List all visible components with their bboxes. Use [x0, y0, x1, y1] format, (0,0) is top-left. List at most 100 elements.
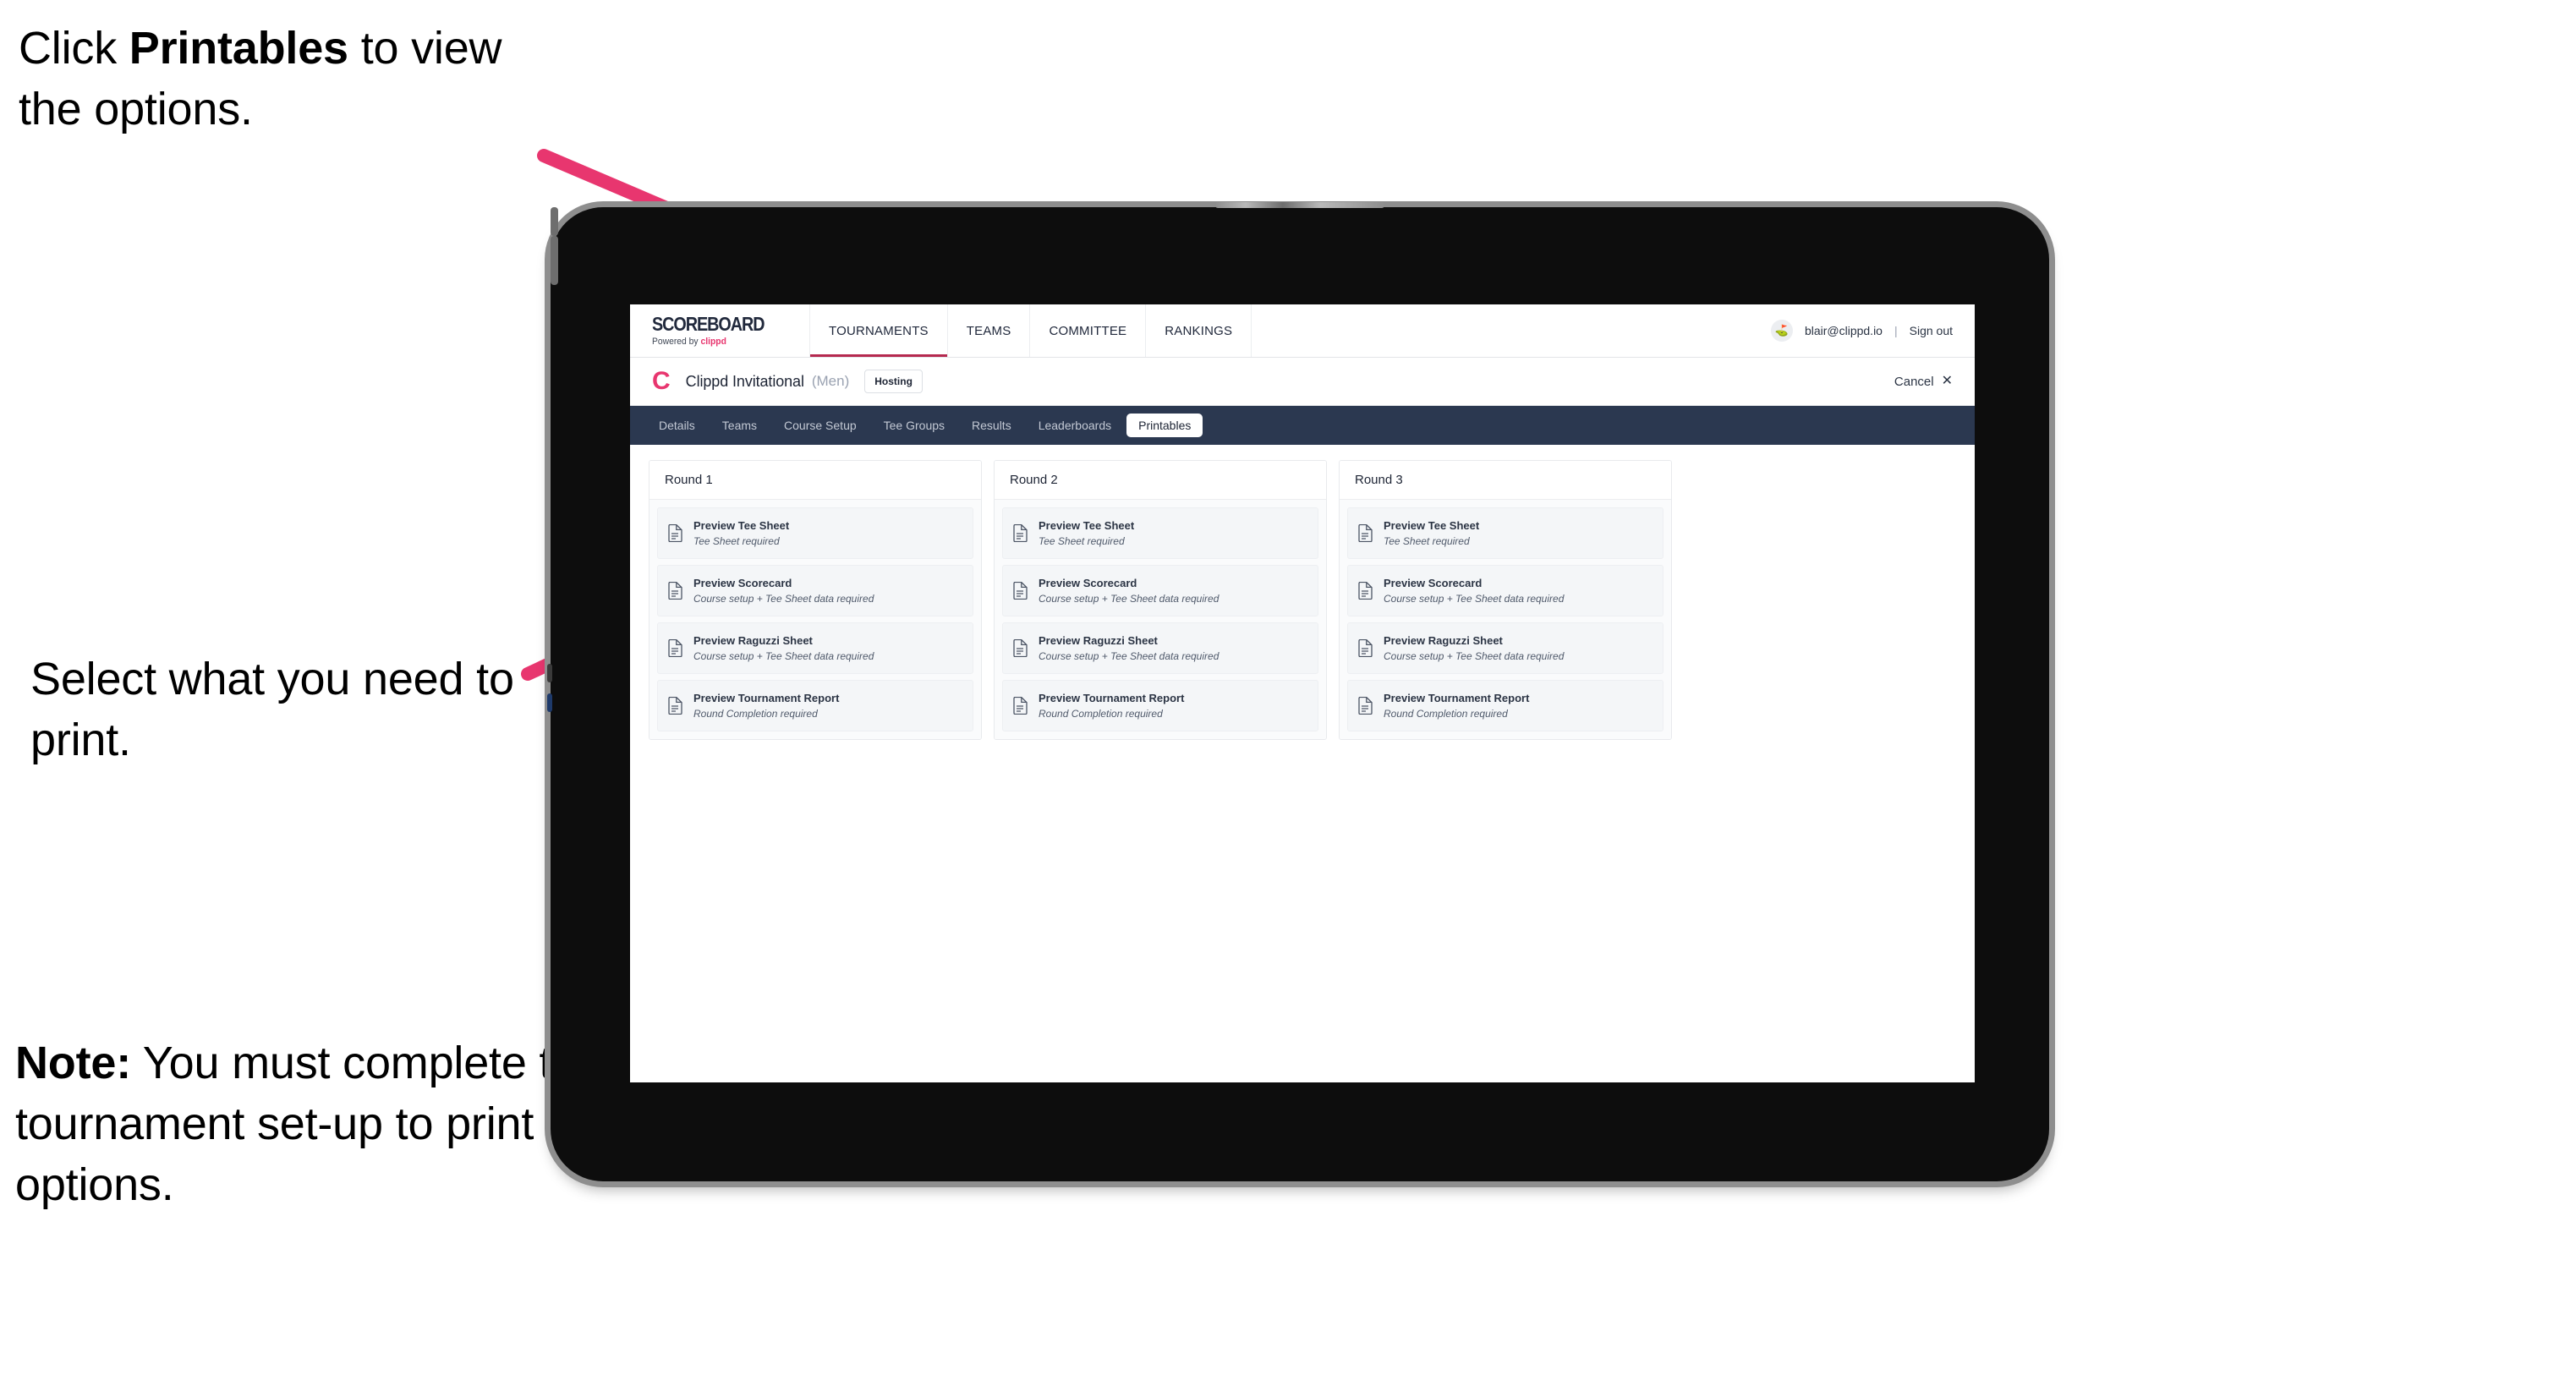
- list-item[interactable]: Preview Raguzzi Sheet Course setup + Tee…: [657, 622, 973, 674]
- printables-panel: Round 1 Preview Tee Sheet Tee Sheet requ…: [630, 445, 1975, 755]
- tournament-header-bar: C Clippd Invitational (Men) Hosting Canc…: [630, 358, 1975, 406]
- round-column: Round 2 Preview Tee Sheet Tee Sheet requ…: [994, 460, 1327, 740]
- document-icon: [668, 638, 682, 657]
- callout-1-bold: Printables: [129, 23, 348, 74]
- list-item-subtitle: Course setup + Tee Sheet data required: [1384, 592, 1565, 605]
- nav-link-teams[interactable]: TEAMS: [948, 304, 1031, 357]
- nav-link-tournaments[interactable]: TOURNAMENTS: [810, 304, 948, 357]
- list-item[interactable]: Preview Scorecard Course setup + Tee She…: [657, 564, 973, 616]
- callout-1-prefix: Click: [19, 23, 129, 74]
- list-item-subtitle: Course setup + Tee Sheet data required: [1039, 649, 1219, 662]
- list-item-subtitle: Tee Sheet required: [1384, 534, 1470, 547]
- list-item-text: Preview Tee Sheet Tee Sheet required: [1384, 519, 1479, 547]
- list-item-title: Preview Tournament Report: [1384, 691, 1530, 704]
- list-item-title: Preview Tee Sheet: [1039, 519, 1135, 532]
- list-item-subtitle: Course setup + Tee Sheet data required: [1384, 649, 1565, 662]
- list-item-title: Preview Tee Sheet: [693, 519, 790, 532]
- list-item-title: Preview Tee Sheet: [1384, 519, 1480, 532]
- list-item[interactable]: Preview Raguzzi Sheet Course setup + Tee…: [1347, 622, 1663, 674]
- list-item-title: Preview Scorecard: [1039, 576, 1137, 589]
- list-item-subtitle: Course setup + Tee Sheet data required: [693, 649, 874, 662]
- list-item[interactable]: Preview Raguzzi Sheet Course setup + Tee…: [1002, 622, 1318, 674]
- clippd-logo-icon: C: [652, 367, 671, 395]
- cancel-button[interactable]: Cancel ✕: [1894, 375, 1953, 389]
- tablet-device-frame: SCOREBOARD Powered by clippd TOURNAMENTS…: [547, 202, 2049, 1181]
- tab-teams[interactable]: Teams: [710, 414, 769, 437]
- document-icon: [1013, 523, 1028, 542]
- list-item-text: Preview Raguzzi Sheet Course setup + Tee…: [693, 634, 874, 662]
- list-item[interactable]: Preview Scorecard Course setup + Tee She…: [1347, 564, 1663, 616]
- nav-link-committee[interactable]: COMMITTEE: [1030, 304, 1147, 357]
- list-item-text: Preview Scorecard Course setup + Tee She…: [1384, 577, 1564, 605]
- status-badge: Hosting: [864, 370, 923, 393]
- list-item-text: Preview Tee Sheet Tee Sheet required: [693, 519, 789, 547]
- sign-out-link[interactable]: Sign out: [1910, 324, 1953, 337]
- powered-by-prefix: Powered by: [652, 337, 701, 347]
- round-items-list: Preview Tee Sheet Tee Sheet required Pre…: [649, 500, 981, 739]
- list-item[interactable]: Preview Scorecard Course setup + Tee She…: [1002, 564, 1318, 616]
- document-icon: [1358, 581, 1373, 600]
- avatar[interactable]: ⛳: [1770, 320, 1793, 342]
- nav-link-rankings[interactable]: RANKINGS: [1146, 304, 1252, 357]
- list-item-text: Preview Tournament Report Round Completi…: [1384, 692, 1529, 720]
- list-item-text: Preview Tee Sheet Tee Sheet required: [1039, 519, 1134, 547]
- list-item-subtitle: Tee Sheet required: [693, 534, 780, 547]
- brand-name: SCOREBOARD: [652, 313, 765, 335]
- round-items-list: Preview Tee Sheet Tee Sheet required Pre…: [1340, 500, 1671, 739]
- tablet-volume-down-button[interactable]: [551, 236, 558, 285]
- list-item[interactable]: Preview Tee Sheet Tee Sheet required: [1002, 507, 1318, 559]
- clippd-wordmark: clippd: [700, 337, 726, 347]
- account-separator: |: [1894, 324, 1898, 337]
- round-title: Round 1: [649, 461, 981, 500]
- list-item-text: Preview Raguzzi Sheet Course setup + Tee…: [1039, 634, 1219, 662]
- list-item-title: Preview Raguzzi Sheet: [1039, 633, 1158, 647]
- list-item[interactable]: Preview Tournament Report Round Completi…: [1347, 679, 1663, 731]
- list-item-title: Preview Raguzzi Sheet: [1384, 633, 1503, 647]
- top-navigation-bar: SCOREBOARD Powered by clippd TOURNAMENTS…: [630, 304, 1975, 358]
- document-icon: [1358, 638, 1373, 657]
- list-item[interactable]: Preview Tournament Report Round Completi…: [1002, 679, 1318, 731]
- document-icon: [668, 696, 682, 715]
- scoreboard-logo[interactable]: SCOREBOARD Powered by clippd: [630, 304, 810, 357]
- round-column: Round 3 Preview Tee Sheet Tee Sheet requ…: [1339, 460, 1672, 740]
- list-item[interactable]: Preview Tee Sheet Tee Sheet required: [657, 507, 973, 559]
- callout-click-printables: Click Printables to view the options.: [19, 19, 577, 140]
- document-icon: [1013, 696, 1028, 715]
- brand-powered-by: Powered by clippd: [652, 337, 779, 347]
- round-title: Round 2: [995, 461, 1326, 500]
- primary-nav-links: TOURNAMENTS TEAMS COMMITTEE RANKINGS: [810, 304, 1252, 357]
- list-item-text: Preview Tournament Report Round Completi…: [693, 692, 839, 720]
- close-icon: ✕: [1941, 374, 1953, 388]
- list-item-title: Preview Scorecard: [1384, 576, 1483, 589]
- round-column: Round 1 Preview Tee Sheet Tee Sheet requ…: [649, 460, 982, 740]
- callout-select-what-to-print: Select what you need to print.: [30, 654, 514, 765]
- round-items-list: Preview Tee Sheet Tee Sheet required Pre…: [995, 500, 1326, 739]
- tablet-volume-up-button[interactable]: [551, 207, 558, 236]
- tab-leaderboards[interactable]: Leaderboards: [1027, 414, 1123, 437]
- tab-course-setup[interactable]: Course Setup: [772, 414, 869, 437]
- document-icon: [1013, 581, 1028, 600]
- tab-results[interactable]: Results: [960, 414, 1023, 437]
- document-icon: [1358, 523, 1373, 542]
- tablet-camera-strip: [1215, 202, 1384, 208]
- cancel-label: Cancel: [1894, 374, 1934, 389]
- list-item[interactable]: Preview Tournament Report Round Completi…: [657, 679, 973, 731]
- app-screen: SCOREBOARD Powered by clippd TOURNAMENTS…: [630, 304, 1975, 1082]
- list-item-text: Preview Scorecard Course setup + Tee She…: [1039, 577, 1219, 605]
- callout-3-bold: Note:: [15, 1038, 131, 1088]
- document-icon: [668, 581, 682, 600]
- tournament-gender: (Men): [811, 373, 850, 389]
- document-icon: [668, 523, 682, 542]
- tab-details[interactable]: Details: [647, 414, 707, 437]
- list-item-subtitle: Round Completion required: [693, 707, 818, 720]
- list-item-title: Preview Scorecard: [693, 576, 792, 589]
- list-item-text: Preview Tournament Report Round Completi…: [1039, 692, 1184, 720]
- tab-printables[interactable]: Printables: [1126, 414, 1203, 437]
- list-item-title: Preview Tournament Report: [1039, 691, 1185, 704]
- list-item[interactable]: Preview Tee Sheet Tee Sheet required: [1347, 507, 1663, 559]
- list-item-subtitle: Round Completion required: [1039, 707, 1163, 720]
- tablet-side-port: [547, 664, 552, 682]
- list-item-text: Preview Scorecard Course setup + Tee She…: [693, 577, 874, 605]
- document-icon: [1358, 696, 1373, 715]
- tab-tee-groups[interactable]: Tee Groups: [872, 414, 956, 437]
